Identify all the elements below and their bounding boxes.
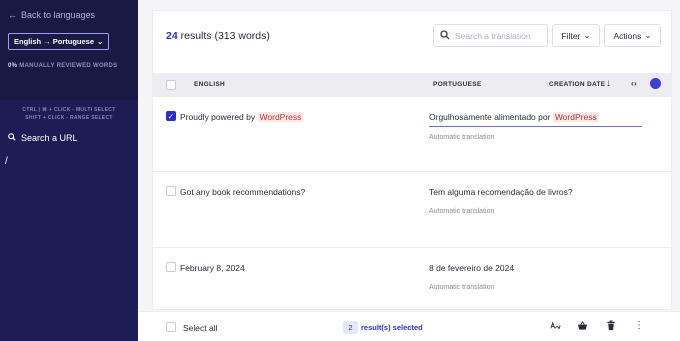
row-checkbox[interactable]: ✓	[166, 111, 176, 121]
reviewed-percent: 0%	[8, 63, 18, 69]
results-label: results (313 words)	[180, 30, 270, 42]
back-to-languages-link[interactable]: ← Back to languages	[8, 10, 130, 20]
reviewed-words-stat: 0% MANUALLY REVIEWED WORDS	[8, 63, 130, 69]
select-all-label[interactable]: Select all	[183, 323, 218, 333]
search-icon	[8, 133, 16, 143]
source-text: February 8, 2024	[180, 263, 245, 273]
column-english[interactable]: ENGLISH	[194, 81, 225, 88]
selected-count-badge: 2	[343, 321, 358, 334]
chevron-down-icon: ⌄	[583, 30, 591, 40]
keyboard-shortcuts-hint: CTRL | ⌘ + CLICK - MULTI SELECT SHIFT + …	[0, 106, 138, 122]
table-row[interactable]: ✓ Proudly powered by WordPress Orgulhosa…	[153, 97, 671, 172]
language-pair-label: English → Portuguese	[14, 37, 95, 46]
target-placeholder-tag: WordPress	[552, 112, 599, 122]
source-text: Proudly powered by WordPress	[180, 112, 304, 122]
palette-icon[interactable]	[650, 78, 661, 89]
chevron-down-icon: ⌄	[644, 30, 652, 40]
search-icon	[440, 29, 450, 42]
table-row[interactable]: February 8, 2024 8 de fevereiro de 2024 …	[153, 248, 671, 309]
bulk-action-bar: Select all 2 result(s) selected ⋮	[138, 311, 680, 341]
trash-icon[interactable]	[606, 320, 616, 334]
row-checkbox[interactable]	[166, 186, 176, 196]
filter-label: Filter	[561, 30, 581, 41]
active-edit-underline	[429, 126, 642, 127]
back-label: Back to languages	[21, 10, 96, 20]
selected-label: result(s) selected	[361, 323, 423, 332]
table-row[interactable]: Got any book recommendations? Tem alguma…	[153, 172, 671, 248]
translation-status: Automatic translation	[429, 208, 495, 215]
column-portuguese[interactable]: PORTUGUESE	[433, 81, 482, 88]
target-text[interactable]: Orgulhosamente alimentado por WordPress	[429, 112, 599, 122]
url-path-item[interactable]: /	[5, 156, 138, 167]
spellcheck-icon[interactable]	[550, 320, 561, 334]
search-url-button[interactable]: Search a URL	[8, 133, 130, 143]
actions-button[interactable]: Actions ⌄	[604, 24, 661, 47]
select-all-checkbox[interactable]	[166, 322, 176, 332]
results-count: 24 results (313 words)	[166, 30, 270, 42]
source-text-main: Proudly powered by	[180, 112, 256, 122]
arrow-left-icon: ←	[8, 10, 17, 20]
filter-button[interactable]: Filter ⌄	[552, 24, 600, 47]
translation-list-panel: 24 results (313 words) Search a translat…	[152, 10, 672, 310]
sidebar: ← Back to languages English → Portuguese…	[0, 0, 138, 341]
chevron-down-icon: ⌄	[97, 37, 104, 46]
header-select-checkbox[interactable]	[166, 80, 176, 90]
search-placeholder: Search a translation	[455, 30, 531, 41]
reviewed-label: MANUALLY REVIEWED WORDS	[19, 63, 118, 69]
more-options-icon[interactable]: ⋮	[634, 320, 644, 331]
toolbar: 24 results (313 words) Search a translat…	[153, 11, 671, 73]
source-text: Got any book recommendations?	[180, 187, 306, 197]
target-text[interactable]: Tem alguma recomendação de livros?	[429, 187, 573, 197]
actions-label: Actions	[613, 30, 642, 41]
translation-status: Automatic translation	[429, 284, 495, 291]
column-creation-date[interactable]: CREATION DATE	[549, 81, 605, 88]
table-header: ENGLISH PORTUGUESE CREATION DATE ↓ ‹›	[153, 73, 671, 97]
sort-arrow-down-icon[interactable]: ↓	[606, 78, 611, 89]
target-text-main: Orgulhosamente alimentado por	[429, 112, 551, 122]
shortcut-multi-select: CTRL | ⌘ + CLICK - MULTI SELECT	[22, 107, 116, 113]
translation-status: Automatic translation	[429, 134, 495, 141]
target-text[interactable]: 8 de fevereiro de 2024	[429, 263, 514, 273]
translation-search-input[interactable]: Search a translation	[433, 24, 548, 47]
source-placeholder-tag: WordPress	[257, 112, 304, 122]
code-view-icon[interactable]: ‹›	[631, 79, 637, 88]
sidebar-header: ← Back to languages English → Portuguese…	[0, 0, 138, 100]
row-checkbox[interactable]	[166, 262, 176, 272]
language-pair-select[interactable]: English → Portuguese ⌄	[8, 33, 110, 50]
search-url-label: Search a URL	[21, 133, 78, 143]
basket-icon[interactable]	[577, 320, 588, 334]
results-number: 24	[166, 30, 178, 42]
shortcut-range-select: SHIFT + CLICK - RANGE SELECT	[25, 115, 113, 121]
